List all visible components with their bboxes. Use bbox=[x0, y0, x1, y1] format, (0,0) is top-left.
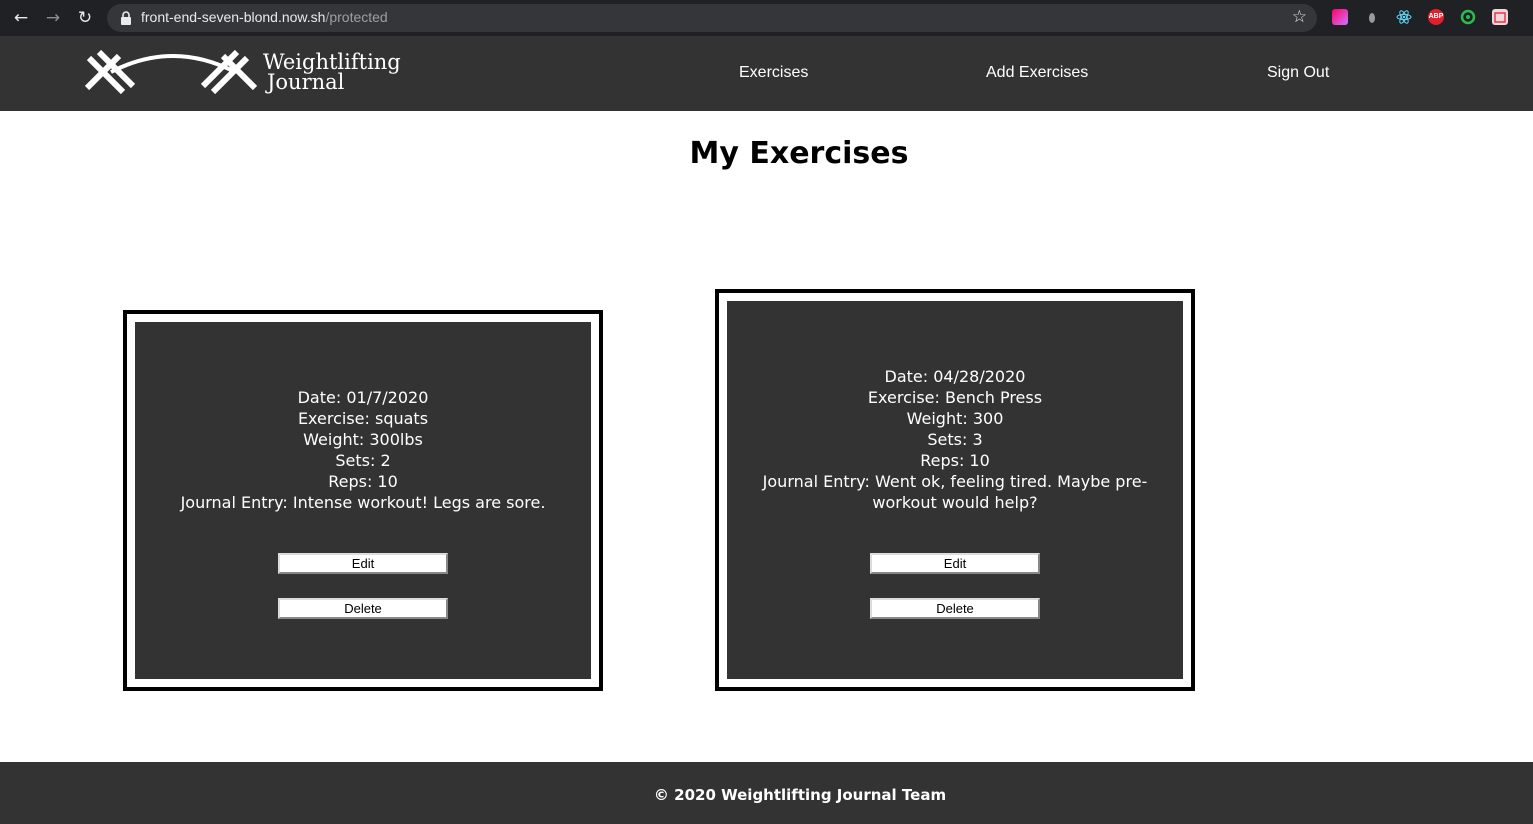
logo-line-1: Weightlifting bbox=[263, 50, 401, 74]
url-host: front-end-seven-blond.now.sh bbox=[141, 9, 326, 25]
exercise-weight: Weight: 300 bbox=[906, 409, 1004, 428]
edit-button[interactable]: Edit bbox=[870, 553, 1040, 574]
exercise-journal: Journal Entry: Went ok, feeling tired. M… bbox=[762, 472, 1148, 512]
exercise-name: Exercise: Bench Press bbox=[867, 388, 1043, 407]
page-title: My Exercises bbox=[689, 136, 909, 171]
react-devtools-icon[interactable] bbox=[1396, 9, 1412, 25]
delete-button[interactable]: Delete bbox=[278, 598, 448, 619]
exercise-sets: Sets: 2 bbox=[335, 451, 391, 470]
site-footer: © 2020 Weightlifting Journal Team bbox=[0, 762, 1533, 824]
url-text: front-end-seven-blond.now.sh/protected bbox=[141, 9, 388, 25]
exercise-date: Date: 01/7/2020 bbox=[297, 388, 429, 407]
forward-arrow-icon[interactable]: → bbox=[41, 6, 65, 30]
gradient-extension-icon[interactable] bbox=[1332, 9, 1348, 25]
reload-icon[interactable]: ↻ bbox=[73, 6, 97, 30]
red-extension-icon[interactable] bbox=[1492, 9, 1508, 25]
footer-copyright: © 2020 Weightlifting Journal Team bbox=[653, 786, 947, 804]
barbell-logo-icon bbox=[84, 49, 258, 95]
exercise-reps: Reps: 10 bbox=[920, 451, 990, 470]
logo-wordmark: Weightlifting Journal bbox=[263, 50, 401, 94]
mouse-extension-icon[interactable] bbox=[1364, 9, 1380, 25]
nav-exercises-link[interactable]: Exercises bbox=[739, 64, 808, 82]
bookmark-star-icon[interactable]: ☆ bbox=[1292, 7, 1307, 27]
exercise-sets: Sets: 3 bbox=[927, 430, 983, 449]
address-bar[interactable]: front-end-seven-blond.now.sh/protected ☆ bbox=[107, 4, 1317, 32]
exercise-weight: Weight: 300lbs bbox=[303, 430, 423, 449]
exercise-name: Exercise: squats bbox=[297, 409, 429, 428]
delete-button[interactable]: Delete bbox=[870, 598, 1040, 619]
exercise-details: Date: 04/28/2020 Exercise: Bench Press W… bbox=[719, 366, 1191, 513]
back-arrow-icon[interactable]: ← bbox=[9, 6, 33, 30]
exercise-date: Date: 04/28/2020 bbox=[884, 367, 1026, 386]
url-path: /protected bbox=[325, 9, 388, 25]
exercise-card: Date: 01/7/2020 Exercise: squats Weight:… bbox=[123, 310, 603, 691]
logo-line-2: Journal bbox=[267, 70, 345, 94]
browser-toolbar: ← → ↻ front-end-seven-blond.now.sh/prote… bbox=[0, 0, 1533, 36]
nav-sign-out-link[interactable]: Sign Out bbox=[1267, 64, 1329, 82]
adblock-plus-icon[interactable]: ABP bbox=[1428, 9, 1444, 25]
exercise-reps: Reps: 10 bbox=[328, 472, 398, 491]
nav-add-exercises-link[interactable]: Add Exercises bbox=[986, 64, 1088, 82]
site-header: Weightlifting Journal Exercises Add Exer… bbox=[0, 36, 1533, 111]
edit-button[interactable]: Edit bbox=[278, 553, 448, 574]
site-logo[interactable]: Weightlifting Journal bbox=[83, 48, 401, 100]
exercise-card: Date: 04/28/2020 Exercise: Bench Press W… bbox=[715, 289, 1195, 691]
green-ring-extension-icon[interactable] bbox=[1460, 9, 1476, 25]
exercise-details: Date: 01/7/2020 Exercise: squats Weight:… bbox=[127, 387, 599, 513]
lock-icon bbox=[121, 11, 131, 25]
exercise-journal: Journal Entry: Intense workout! Legs are… bbox=[180, 493, 546, 512]
